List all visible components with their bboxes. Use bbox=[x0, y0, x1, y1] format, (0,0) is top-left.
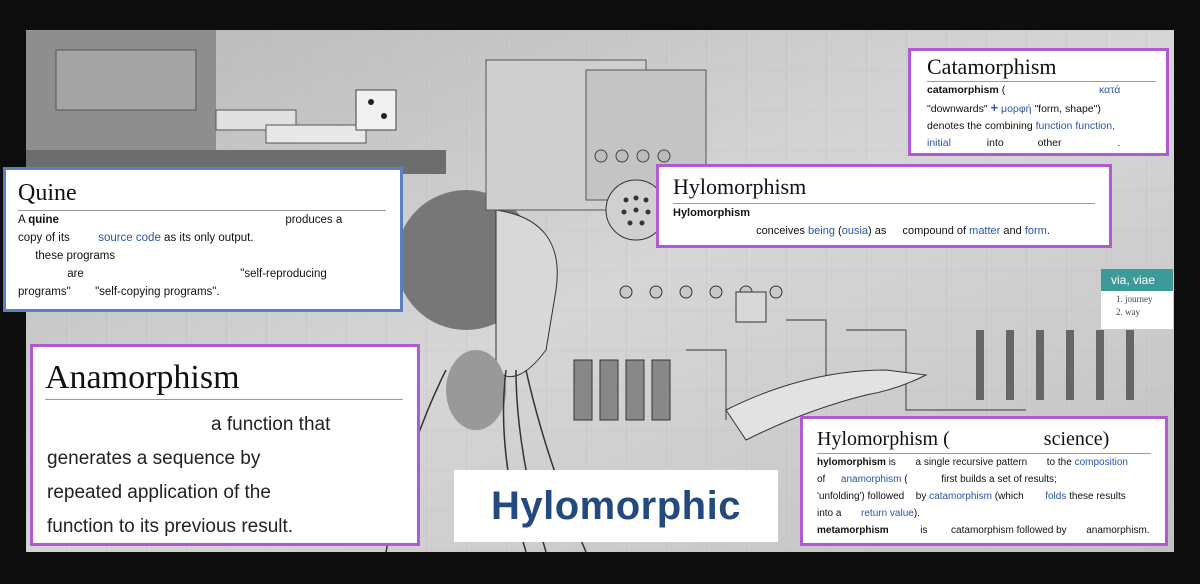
hylomorphism-term: hylomorphism bbox=[817, 457, 886, 468]
initial-link[interactable]: initial bbox=[927, 137, 951, 149]
quine-term: quine bbox=[28, 214, 59, 226]
form-link[interactable]: form bbox=[1025, 225, 1047, 237]
hylomorphic-label: Hylomorphic bbox=[491, 483, 741, 528]
anamorphism-title: Anamorphism bbox=[45, 357, 403, 400]
anamorphism-card: Anamorphism a function that generates a … bbox=[30, 344, 420, 546]
copy-text: copy of its bbox=[18, 232, 70, 244]
anamorphism-line-4: function to its previous result. bbox=[47, 516, 294, 537]
quine-title: Quine bbox=[18, 176, 386, 211]
anamorphism-link[interactable]: anamorphism bbox=[841, 474, 902, 485]
first-builds-text: first builds a set of results; bbox=[941, 474, 1057, 485]
hylomorphism-cs-text: hylomorphism is a single recursive patte… bbox=[817, 454, 1165, 539]
conceives-text: conceives bbox=[756, 225, 805, 237]
form-shape-text: "form, shape") bbox=[1034, 103, 1101, 115]
catamorphism-card: Catamorphism catamorphism ( κατά "downwa… bbox=[908, 48, 1169, 156]
close-paren-text: ). bbox=[913, 508, 920, 519]
via-viae-box: via, viae journey way bbox=[1100, 268, 1174, 330]
to-the-text: to the bbox=[1046, 457, 1072, 468]
hylomorphic-label-box: Hylomorphic bbox=[454, 470, 778, 542]
self-reproducing-text: "self-reproducing bbox=[240, 268, 327, 280]
as-text: as bbox=[874, 225, 887, 237]
catamorphism-term: catamorphism bbox=[927, 84, 999, 96]
other-text: other bbox=[1037, 137, 1062, 149]
hylomorphism-term: Hylomorphism bbox=[673, 207, 751, 219]
plus-sign: + bbox=[990, 100, 999, 115]
title-part-b: science) bbox=[1043, 428, 1110, 450]
being-link[interactable]: being bbox=[808, 225, 835, 237]
catamorphism-text: catamorphism ( κατά "downwards" + μορφή … bbox=[927, 82, 1166, 152]
anamorphism-line-3: repeated application of the bbox=[47, 482, 271, 503]
followed-text: followed bbox=[867, 491, 905, 502]
these-programs-text: these programs bbox=[35, 250, 116, 262]
hylomorphism-text: Hylomorphism conceives being (ousia) as … bbox=[673, 204, 1109, 240]
programs-text: programs" bbox=[18, 286, 71, 298]
downwards-text: "downwards" bbox=[927, 103, 988, 115]
period-text: . bbox=[1046, 225, 1050, 237]
ousia-link[interactable]: ousia bbox=[842, 225, 868, 237]
source-code-link[interactable]: source code bbox=[98, 232, 161, 244]
paren-text: ( bbox=[904, 474, 908, 485]
into-a-text: into a bbox=[817, 508, 842, 519]
title-part-a: Hylomorphism ( bbox=[817, 428, 950, 450]
function-link-2[interactable]: function, bbox=[1075, 120, 1115, 132]
matter-link[interactable]: matter bbox=[969, 225, 1000, 237]
pattern-text: a single recursive pattern bbox=[915, 457, 1028, 468]
output-text: as its only output. bbox=[164, 232, 254, 244]
unfolding-text: 'unfolding') bbox=[817, 491, 865, 502]
folds-link[interactable]: folds bbox=[1045, 491, 1066, 502]
list-item: journey bbox=[1125, 293, 1173, 306]
open-paren: ( bbox=[1001, 84, 1006, 96]
quine-text: A quine produces a copy of its source co… bbox=[18, 211, 400, 301]
hylomorphism-philosophy-card: Hylomorphism Hylomorphism conceives bein… bbox=[656, 164, 1112, 248]
these-results-text: these results bbox=[1069, 491, 1126, 502]
greek-morphe-link[interactable]: μορφή bbox=[1001, 103, 1032, 115]
composition-link[interactable]: composition bbox=[1075, 457, 1128, 468]
self-copying-text: "self-copying programs". bbox=[95, 286, 220, 298]
paren-close: ) bbox=[868, 225, 872, 237]
by-text: by bbox=[915, 491, 927, 502]
via-viae-header: via, viae bbox=[1101, 269, 1173, 291]
combining-text: combining bbox=[984, 120, 1033, 132]
which-text: (which bbox=[994, 491, 1024, 502]
into-text: into bbox=[986, 137, 1004, 149]
is-text: is bbox=[888, 457, 896, 468]
compound-text: compound of bbox=[902, 225, 967, 237]
is-text-2: is bbox=[920, 525, 928, 536]
catamorphism-link[interactable]: catamorphism bbox=[929, 491, 992, 502]
greek-kata-link[interactable]: κατά bbox=[1099, 84, 1120, 96]
hylomorphism-cs-card: Hylomorphism ( science) hylomorphism is a… bbox=[800, 416, 1168, 546]
metamorphism-term: metamorphism bbox=[817, 525, 889, 536]
produces-text: produces a bbox=[285, 214, 343, 226]
anamorphism-line-1: a function that bbox=[211, 414, 331, 435]
of-text: of bbox=[817, 474, 826, 485]
anamorphism-line-2: generates a sequence by bbox=[47, 448, 261, 469]
anamorphism-text: a function that generates a sequence by … bbox=[45, 408, 417, 544]
and-text: and bbox=[1003, 225, 1022, 237]
cata-followed-text: catamorphism followed by bbox=[951, 525, 1067, 536]
hylomorphism-cs-title: Hylomorphism ( science) bbox=[817, 425, 1151, 454]
are-text: are bbox=[67, 268, 84, 280]
a-text: A bbox=[18, 214, 26, 226]
function-link[interactable]: function bbox=[1036, 120, 1073, 132]
catamorphism-title: Catamorphism bbox=[927, 53, 1156, 82]
denotes-text: denotes the bbox=[927, 120, 982, 132]
return-value-link[interactable]: return value bbox=[861, 508, 914, 519]
anamorphism-text: anamorphism. bbox=[1086, 525, 1150, 536]
list-item: way bbox=[1125, 306, 1173, 319]
period-text: . bbox=[1117, 137, 1121, 149]
quine-card: Quine A quine produces a copy of its sou… bbox=[3, 167, 403, 312]
via-viae-list: journey way bbox=[1101, 293, 1173, 319]
hylomorphism-title: Hylomorphism bbox=[673, 171, 1095, 204]
